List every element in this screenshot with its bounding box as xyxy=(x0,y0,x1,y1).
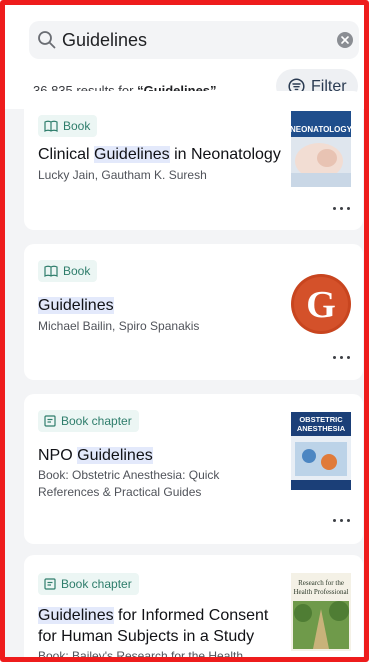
app-frame: Guidelines 36,835 results for “Guideline… xyxy=(0,0,369,662)
search-query: Guidelines xyxy=(62,30,148,50)
svg-text:G: G xyxy=(306,284,336,326)
book-cover[interactable]: OBSTETRIC ANESTHESIA xyxy=(291,412,351,490)
book-chapter-icon xyxy=(44,415,56,427)
svg-text:NEONATOLOGY: NEONATOLOGY xyxy=(291,125,351,134)
type-tag: Book chapter xyxy=(38,573,139,595)
svg-text:Research for the: Research for the xyxy=(298,579,344,587)
result-title[interactable]: NPO Guidelines xyxy=(38,445,286,466)
search-icon xyxy=(38,31,56,49)
result-card[interactable]: Book chapter NPO Guidelines Book: Obstet… xyxy=(24,394,363,544)
svg-text:ANESTHESIA: ANESTHESIA xyxy=(297,424,346,433)
book-icon xyxy=(44,265,58,277)
result-title[interactable]: Guidelines for Informed Consent for Huma… xyxy=(38,605,286,647)
svg-text:Health Professional: Health Professional xyxy=(293,588,348,596)
book-cover[interactable]: Research for the Health Professional xyxy=(291,573,351,651)
result-authors: Lucky Jain, Gautham K. Suresh xyxy=(38,168,207,182)
clear-search-icon[interactable] xyxy=(337,32,353,48)
type-tag: Book chapter xyxy=(38,410,139,432)
search-input[interactable]: Guidelines xyxy=(29,21,359,59)
svg-text:OBSTETRIC: OBSTETRIC xyxy=(299,415,343,424)
type-tag: Book xyxy=(38,260,98,282)
result-title[interactable]: Guidelines xyxy=(38,295,286,316)
type-tag: Book xyxy=(38,115,98,137)
more-options-icon[interactable] xyxy=(333,519,351,525)
result-authors: Michael Bailin, Spiro Spanakis xyxy=(38,319,200,333)
more-options-icon[interactable] xyxy=(333,207,351,213)
result-card[interactable]: Book chapter Guidelines for Informed Con… xyxy=(24,555,363,662)
result-card[interactable]: Book Clinical Guidelines in Neonatology … xyxy=(24,91,363,230)
more-options-icon[interactable] xyxy=(333,356,351,362)
result-authors: Book: Obstetric Anesthesia: Quick Refere… xyxy=(38,468,220,499)
result-card[interactable]: Book Guidelines Michael Bailin, Spiro Sp… xyxy=(24,244,363,380)
book-icon xyxy=(44,120,58,132)
book-chapter-icon xyxy=(44,578,56,590)
book-cover[interactable]: NEONATOLOGY xyxy=(291,111,351,187)
result-title[interactable]: Clinical Guidelines in Neonatology xyxy=(38,144,286,165)
result-authors: Book: Bailey's Research for the Health xyxy=(38,649,244,662)
book-cover[interactable]: G xyxy=(291,273,351,335)
